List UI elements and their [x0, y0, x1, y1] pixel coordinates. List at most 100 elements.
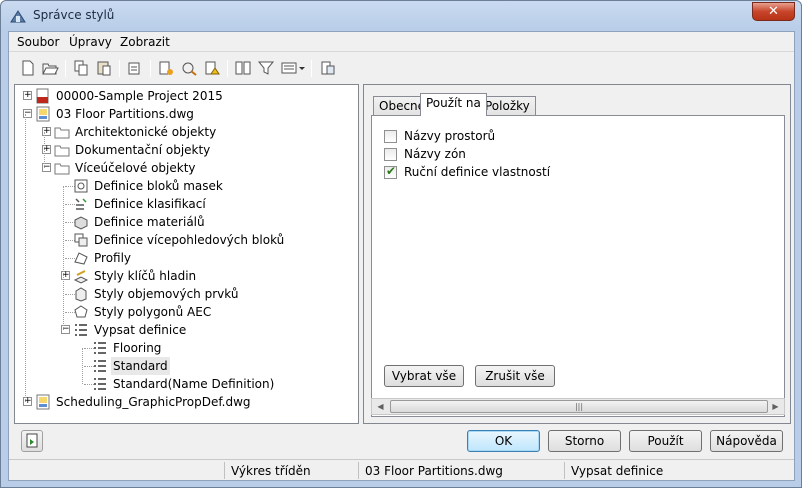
list-definition-icon: [94, 378, 106, 390]
preview-icon: [26, 433, 38, 448]
paste-icon[interactable]: [95, 59, 113, 77]
status-drawing: 03 Floor Partitions.dwg: [365, 464, 503, 478]
list-definition-icon: [94, 342, 106, 354]
tree-node[interactable]: + Scheduling_GraphicPropDef.dwg: [15, 393, 355, 411]
tree-node[interactable]: Styly polygonů AEC: [15, 303, 355, 321]
multiview-block-icon: [74, 233, 88, 247]
close-button[interactable]: ✕: [752, 2, 795, 21]
profile-icon: [74, 252, 88, 265]
status-bar: Výkres tříděn 03 Floor Partitions.dwg Vy…: [9, 459, 794, 480]
apply-to-label: Ruční definice vlastností: [404, 165, 551, 179]
cancel-button[interactable]: Storno: [548, 430, 621, 452]
tree-guide-line: [25, 114, 26, 402]
tree-node-label: Definice bloků masek: [94, 179, 223, 193]
tree-node[interactable]: − Víceúčelové objekty: [15, 159, 355, 177]
checkbox-checked[interactable]: ✔: [384, 164, 397, 179]
folder-icon: [54, 163, 70, 175]
tree-node-label: Styly klíčů hladin: [94, 269, 197, 283]
style-manager-window: Správce stylů ✕ Soubor Úpravy Zobrazit +…: [0, 0, 802, 488]
tree-guide-line: [44, 132, 45, 168]
view-options-icon[interactable]: [280, 59, 306, 77]
tree-node[interactable]: Profily: [15, 249, 355, 267]
tree-node[interactable]: +00000-Sample Project 2015: [15, 87, 355, 105]
purge-icon[interactable]: [126, 59, 144, 77]
tree-node-label: Scheduling_GraphicPropDef.dwg: [56, 395, 251, 409]
material-icon: [74, 216, 88, 230]
tree-node[interactable]: Definice klasifikací: [15, 195, 355, 213]
layer-key-icon: [73, 270, 89, 284]
properties-panel: Obecné Použít na Položky Názvy prostorů N…: [363, 84, 791, 424]
drawing-icon: [36, 394, 50, 410]
scroll-thumb[interactable]: |||: [390, 400, 768, 413]
tree-node[interactable]: Standard(Name Definition): [15, 375, 355, 393]
style-tree: +00000-Sample Project 2015−03 Floor Part…: [14, 84, 359, 424]
menu-soubor[interactable]: Soubor: [17, 35, 59, 49]
tree-node-label: Definice vícepohledových bloků: [94, 233, 285, 247]
tree-node-label: Styly polygonů AEC: [94, 305, 212, 319]
help-button[interactable]: Nápověda: [710, 430, 783, 452]
expand-icon[interactable]: +: [23, 91, 32, 100]
open-icon[interactable]: [41, 59, 59, 77]
checkbox-unchecked[interactable]: [384, 130, 397, 143]
app-icon: [10, 10, 26, 23]
tab-polozky[interactable]: Položky: [479, 96, 536, 115]
menu-zobrazit[interactable]: Zobrazit: [120, 35, 170, 49]
mask-block-icon: [74, 179, 88, 193]
status-sort: Výkres tříděn: [231, 464, 311, 478]
tree-node[interactable]: + Styly klíčů hladin: [15, 267, 355, 285]
tree-node-label: Standard(Name Definition): [113, 377, 275, 391]
tree-node-label: 03 Floor Partitions.dwg: [56, 107, 194, 121]
tree-node[interactable]: + Dokumentační objekty: [15, 141, 355, 159]
inline-edit-icon[interactable]: [319, 59, 337, 77]
list-definition-icon: [94, 360, 106, 372]
tree-node[interactable]: Flooring: [15, 339, 355, 357]
tree-node-label: Styly objemových prvků: [94, 287, 239, 301]
folder-icon: [54, 145, 70, 157]
menu-upravy[interactable]: Úpravy: [69, 35, 112, 49]
tree-node[interactable]: Styly objemových prvků: [15, 285, 355, 303]
tree-node[interactable]: Definice vícepohledových bloků: [15, 231, 355, 249]
tree-node-label: Definice klasifikací: [94, 197, 206, 211]
scroll-left-icon[interactable]: ◀: [372, 399, 389, 414]
edit-style-icon[interactable]: [180, 59, 198, 77]
toggle-preview-button[interactable]: [21, 430, 43, 452]
tree-node-label: Flooring: [113, 341, 162, 355]
tree-node[interactable]: Definice materiálů: [15, 213, 355, 231]
checkbox-unchecked[interactable]: [384, 148, 397, 161]
tree-node-label: Standard: [111, 357, 170, 375]
toolbar: [9, 54, 794, 84]
clear-all-button[interactable]: Zrušit vše: [475, 365, 555, 387]
mass-element-icon: [75, 287, 87, 302]
title-bar: Správce stylů ✕: [1, 1, 801, 31]
window-title: Správce stylů: [33, 8, 115, 22]
select-all-button[interactable]: Vybrat vše: [384, 365, 464, 387]
scroll-right-icon[interactable]: ▶: [767, 399, 784, 414]
list-definition-icon: [75, 324, 87, 336]
new-icon[interactable]: [19, 59, 37, 77]
tree-node[interactable]: + Architektonické objekty: [15, 123, 355, 141]
apply-to-content: Názvy prostorů Názvy zón ✔ Ruční definice v…: [371, 115, 785, 417]
polygon-icon: [74, 305, 88, 318]
tree-guide-line: [63, 186, 64, 330]
status-type: Vypsat definice: [571, 464, 664, 478]
ok-button[interactable]: OK: [467, 430, 540, 452]
tree-node-label: 00000-Sample Project 2015: [56, 89, 223, 103]
new-style-icon[interactable]: [157, 59, 175, 77]
tab-pouzit-na[interactable]: Použít na: [420, 93, 487, 116]
horizontal-scrollbar[interactable]: ◀ ||| ▶: [371, 398, 785, 415]
tree-node[interactable]: Definice bloků masek: [15, 177, 355, 195]
apply-to-label: Názvy zón: [404, 147, 466, 161]
copy-icon[interactable]: [72, 59, 90, 77]
classification-icon: [75, 198, 87, 210]
tree-node[interactable]: Standard: [15, 357, 355, 375]
toggle-view-icon[interactable]: [234, 59, 252, 77]
tree-node[interactable]: −03 Floor Partitions.dwg: [15, 105, 355, 123]
set-current-icon[interactable]: [203, 59, 221, 77]
apply-button[interactable]: Použít: [629, 430, 702, 452]
tree-node-label: Profily: [94, 251, 132, 265]
tree-node-label: Víceúčelové objekty: [75, 161, 196, 175]
apply-to-label: Názvy prostorů: [404, 129, 496, 143]
filter-icon[interactable]: [257, 59, 275, 77]
tree-node[interactable]: − Vypsat definice: [15, 321, 355, 339]
dialog-body: Soubor Úpravy Zobrazit +00000-Sample Pro…: [8, 31, 795, 481]
